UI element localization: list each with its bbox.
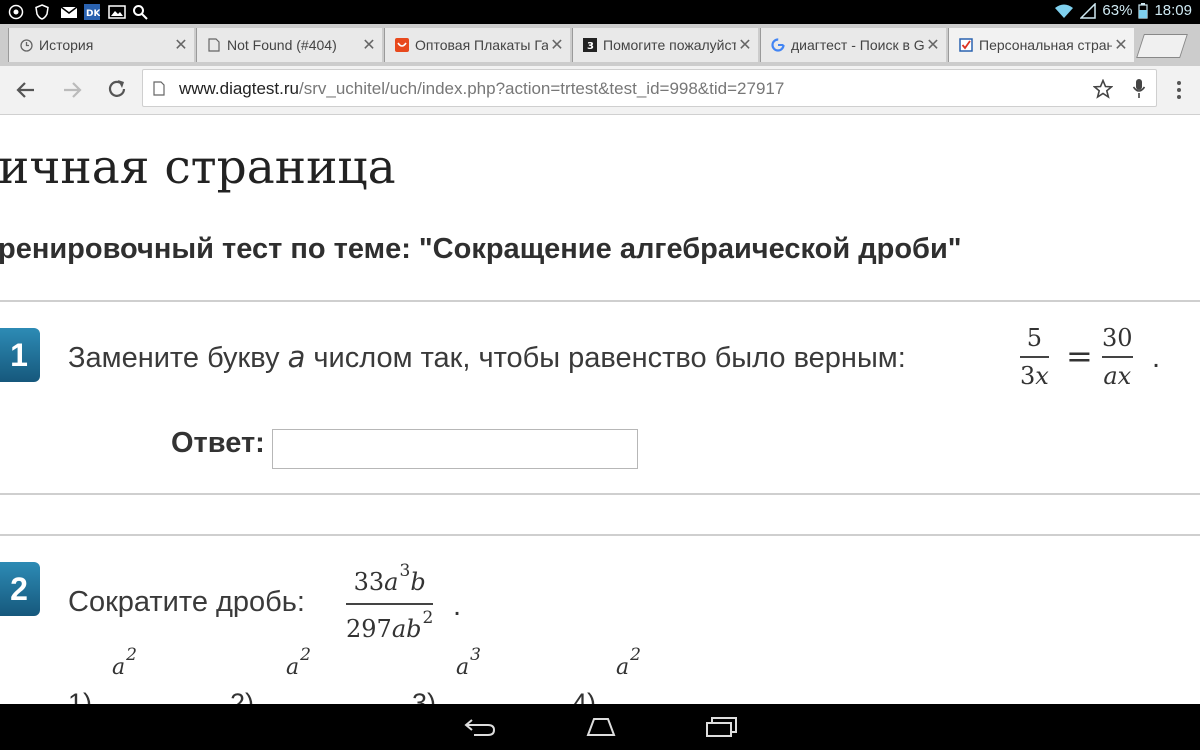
option-2-expression[interactable]: a2 <box>286 645 311 680</box>
mail-icon <box>60 6 78 18</box>
close-icon[interactable]: ✕ <box>1112 35 1130 55</box>
q2-period: . <box>453 590 462 622</box>
q1-variable: a <box>287 340 306 374</box>
notification-badge-icon <box>8 4 24 20</box>
reload-icon[interactable] <box>106 78 128 100</box>
home-nav-icon[interactable] <box>584 716 618 738</box>
tab-personal-page[interactable]: Персональная стран ✕ <box>948 28 1134 62</box>
status-bar: DK 63% 18:09 <box>0 0 1200 24</box>
divider <box>0 300 1200 302</box>
google-icon <box>771 38 785 52</box>
page-subtitle: ренировочный тест по теме: "Сокращение а… <box>0 233 962 265</box>
znanija-icon: 3 <box>583 38 597 52</box>
recents-nav-icon[interactable] <box>704 716 738 738</box>
checkbox-icon <box>959 38 973 52</box>
tab-title: История <box>39 37 94 53</box>
fraction-bar <box>1102 356 1133 358</box>
option-4-expression[interactable]: a2 <box>616 645 641 680</box>
answer-label: Ответ: <box>171 427 265 459</box>
status-right-group: 63% 18:09 <box>1054 2 1192 19</box>
back-nav-icon[interactable] <box>464 716 496 738</box>
option-3-expression[interactable]: a3 <box>456 645 481 680</box>
equals-sign: = <box>1066 337 1093 375</box>
battery-percent: 63% <box>1102 2 1133 19</box>
frac-numerator: 33a3b <box>353 561 426 596</box>
navigation-bar <box>0 704 1200 750</box>
url-host: www.diagtest.ru <box>179 79 299 98</box>
tab-title: Not Found (#404) <box>227 37 337 53</box>
tab-google[interactable]: диагтест - Поиск в G ✕ <box>760 28 946 62</box>
q1-period: . <box>1152 342 1161 374</box>
url-path: /srv_uchitel/uch/index.php?action=trtest… <box>299 79 785 98</box>
url-bar[interactable]: www.diagtest.ru/srv_uchitel/uch/index.ph… <box>142 69 1157 107</box>
close-icon[interactable]: ✕ <box>924 35 942 55</box>
star-icon[interactable] <box>1093 79 1113 99</box>
tab-title: Персональная стран <box>979 37 1112 53</box>
q2-fraction: 33a3b 297ab2 <box>346 561 434 646</box>
divider <box>0 534 1200 536</box>
microphone-icon[interactable] <box>1132 78 1146 100</box>
q1-text-before: Замените букву <box>68 342 288 374</box>
question-2-text: Сократите дробь: <box>68 586 305 618</box>
frac-numerator: 30 <box>1102 324 1133 352</box>
fraction-bar <box>346 603 434 605</box>
close-icon[interactable]: ✕ <box>736 35 754 55</box>
question-1-text: Замените букву a числом так, чтобы равен… <box>68 340 906 375</box>
tab-not-found[interactable]: Not Found (#404) ✕ <box>196 28 382 62</box>
frac-numerator: 5 <box>1026 324 1043 352</box>
frac-denominator: 3x <box>1020 362 1049 390</box>
option-1-expression[interactable]: a2 <box>112 645 137 680</box>
battery-icon <box>1138 2 1149 19</box>
page-icon <box>153 81 165 96</box>
question-number-badge: 2 <box>0 562 40 616</box>
shield-icon <box>35 4 49 20</box>
overflow-menu-icon[interactable] <box>1176 80 1182 100</box>
tab-title: Оптовая Плакаты Га <box>415 37 548 53</box>
wifi-icon <box>1055 4 1074 18</box>
new-tab-button[interactable] <box>1136 34 1188 58</box>
tab-title: диагтест - Поиск в G <box>791 37 924 53</box>
url-text[interactable]: www.diagtest.ru/srv_uchitel/uch/index.ph… <box>179 79 784 99</box>
tab-aliexpress[interactable]: Оптовая Плакаты Га ✕ <box>384 28 570 62</box>
forward-arrow-icon[interactable] <box>62 80 82 100</box>
answer-input[interactable] <box>272 429 638 469</box>
svg-text:DK: DK <box>86 9 100 19</box>
frac-denominator: 297ab2 <box>346 608 434 643</box>
svg-text:3: 3 <box>587 41 594 52</box>
close-icon[interactable]: ✕ <box>172 35 190 55</box>
tab-znanija[interactable]: 3 Помогите пожалуйст ✕ <box>572 28 758 62</box>
ok-app-icon: DK <box>84 4 100 20</box>
history-icon <box>19 38 33 52</box>
tab-strip: История ✕ Not Found (#404) ✕ Оптовая Пла… <box>0 24 1200 66</box>
search-icon <box>133 5 148 20</box>
divider <box>0 493 1200 495</box>
tab-title: Помогите пожалуйст <box>603 37 736 53</box>
status-time: 18:09 <box>1154 2 1192 19</box>
page-title: ичная страница <box>0 140 396 195</box>
q1-fraction-left: 5 3x <box>1020 324 1049 390</box>
signal-icon <box>1080 2 1097 19</box>
tab-history[interactable]: История ✕ <box>8 28 194 62</box>
aliexpress-icon <box>395 38 409 52</box>
fraction-bar <box>1020 356 1049 358</box>
close-icon[interactable]: ✕ <box>548 35 566 55</box>
back-arrow-icon[interactable] <box>16 80 36 100</box>
image-icon <box>108 5 126 19</box>
browser-toolbar: www.diagtest.ru/srv_uchitel/uch/index.ph… <box>0 66 1200 115</box>
question-number-badge: 1 <box>0 328 40 382</box>
q1-text-after: числом так, чтобы равенство было верным: <box>305 342 906 374</box>
close-icon[interactable]: ✕ <box>360 35 378 55</box>
frac-denominator: ax <box>1103 362 1132 390</box>
q1-fraction-right: 30 ax <box>1102 324 1133 390</box>
page-icon <box>207 38 221 52</box>
